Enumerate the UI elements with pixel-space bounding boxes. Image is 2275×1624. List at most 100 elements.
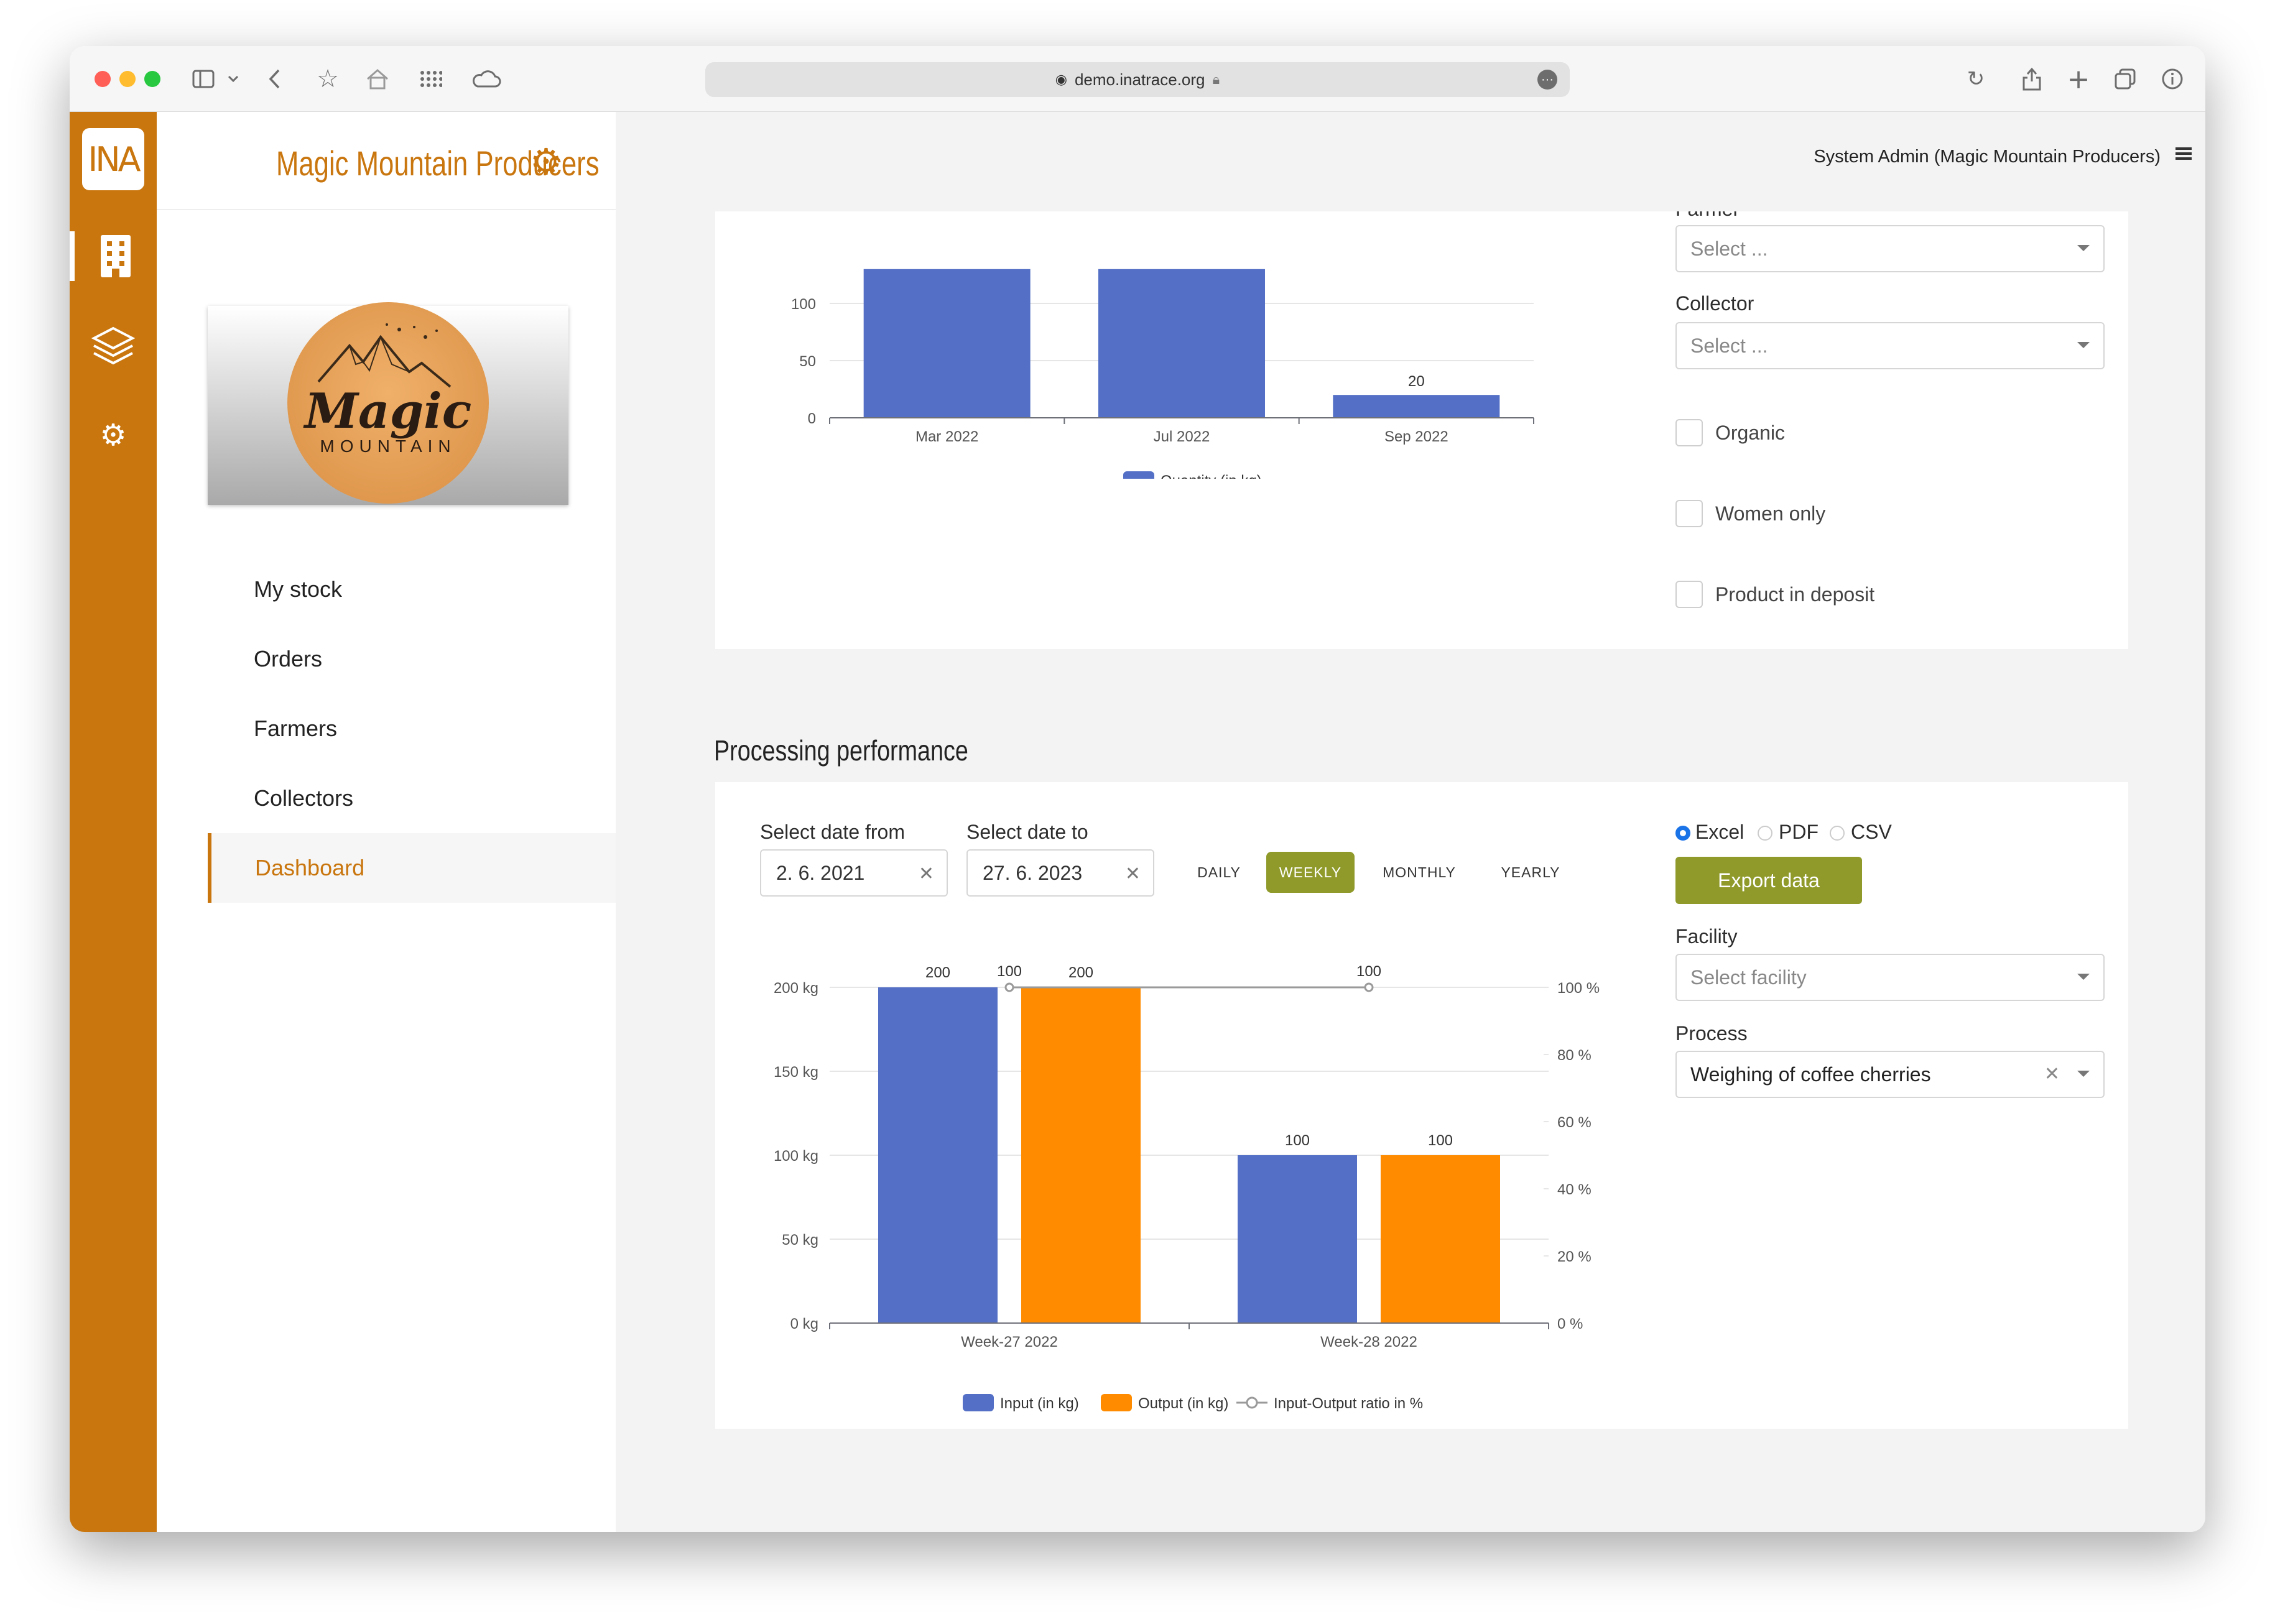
nav-label: Dashboard bbox=[255, 855, 365, 880]
y-right-tick-label: 60 % bbox=[1557, 1114, 1592, 1131]
data-label: 20 bbox=[1408, 373, 1425, 390]
bar bbox=[878, 987, 998, 1323]
collector-select-placeholder: Select ... bbox=[1690, 334, 1768, 357]
chart-x-tick-labels: Week-27 2022 Week-28 2022 bbox=[961, 1334, 1417, 1350]
women-only-checkbox[interactable] bbox=[1675, 500, 1703, 527]
nav-label: Farmers bbox=[254, 716, 337, 741]
chart-legend[interactable]: Input (in kg) Output (in kg) Input-Output … bbox=[963, 1394, 1423, 1412]
y-left-tick-label: 0 kg bbox=[790, 1316, 818, 1332]
y-right-tick-label: 100 % bbox=[1557, 980, 1600, 997]
legend-swatch bbox=[1123, 471, 1154, 479]
share-icon[interactable] bbox=[2016, 65, 2047, 93]
app-root: INA ⚙ Magic Mountain Producers ⚙ Magic M… bbox=[70, 112, 2205, 1532]
new-tab-icon[interactable]: + bbox=[2063, 63, 2094, 95]
y-left-tick-label: 150 kg bbox=[774, 1064, 818, 1081]
sidebar-toggle-icon[interactable] bbox=[188, 65, 219, 93]
main-content: System Admin (Magic Mountain Producers) … bbox=[616, 112, 2205, 1532]
close-window-button[interactable] bbox=[95, 71, 111, 87]
processing-chart: 0 kg 50 kg 100 kg 150 kg 200 kg 0 % 20 % 40 % 6… bbox=[774, 963, 1600, 1412]
layers-icon[interactable] bbox=[70, 321, 157, 371]
chart-data-labels: 20 bbox=[1408, 373, 1425, 390]
y-tick-label: 100 bbox=[791, 296, 816, 313]
nav-my-stock[interactable]: My stock bbox=[208, 555, 616, 624]
export-excel-radio[interactable] bbox=[1675, 826, 1690, 841]
back-icon[interactable] bbox=[262, 65, 287, 93]
chart-data-labels: 200 200 100 100 100 100 bbox=[925, 963, 1453, 1149]
minimize-window-button[interactable] bbox=[119, 71, 136, 87]
y-left-tick-label: 200 kg bbox=[774, 980, 818, 997]
quantity-chart: 0 50 100 Mar 2022 Jul 2022 Sep 2022 20 Quant… bbox=[791, 269, 1534, 479]
maximize-window-button[interactable] bbox=[144, 71, 160, 87]
bar-data-label: 100 bbox=[1285, 1132, 1310, 1149]
star-icon[interactable]: ☆ bbox=[312, 65, 343, 93]
export-pdf-radio[interactable] bbox=[1758, 826, 1772, 841]
magic-mountain-logo: Magic MOUNTAIN bbox=[287, 302, 489, 504]
more-icon[interactable]: ··· bbox=[1537, 70, 1557, 90]
company-settings-gear-icon[interactable]: ⚙ bbox=[530, 141, 562, 183]
bar bbox=[1333, 395, 1500, 418]
process-label: Process bbox=[1675, 1022, 1748, 1045]
hamburger-menu-icon[interactable] bbox=[2175, 145, 2192, 162]
cloud-icon[interactable] bbox=[468, 65, 505, 93]
lock-icon: 🔒︎ bbox=[1212, 72, 1220, 87]
women-only-label: Women only bbox=[1715, 502, 1826, 525]
process-select[interactable]: Weighing of coffee cherries ✕ bbox=[1675, 1051, 2105, 1098]
y-right-tick-label: 80 % bbox=[1557, 1047, 1592, 1064]
collector-select[interactable]: Select ... bbox=[1675, 322, 2105, 369]
facility-select-placeholder: Select facility bbox=[1690, 966, 1807, 989]
export-csv-radio[interactable] bbox=[1830, 826, 1845, 841]
ratio-point bbox=[1004, 982, 1014, 992]
info-icon[interactable] bbox=[2157, 65, 2188, 93]
y-tick-label: 0 bbox=[808, 410, 816, 427]
export-csv-label: CSV bbox=[1851, 821, 1892, 843]
chart-legend[interactable]: Quantity (in kg) bbox=[1123, 471, 1262, 479]
facility-select[interactable]: Select facility bbox=[1675, 954, 2105, 1001]
browser-window: ☆ ◉ demo.inatrace.org 🔒︎ ··· ↻ + INA ⚙ M… bbox=[70, 46, 2205, 1532]
browser-toolbar: ☆ ◉ demo.inatrace.org 🔒︎ ··· ↻ + bbox=[70, 46, 2205, 112]
chart-y-right-tick-labels: 0 % 20 % 40 % 60 % 80 % 100 % bbox=[1557, 980, 1600, 1332]
app-logo[interactable]: INA bbox=[82, 128, 144, 190]
nav-farmers[interactable]: Farmers bbox=[208, 694, 616, 764]
settings-gear-icon[interactable]: ⚙ bbox=[70, 410, 157, 460]
chevron-down-icon bbox=[2077, 1071, 2090, 1077]
bar bbox=[1238, 1155, 1357, 1323]
legend-swatch-ratio-dot bbox=[1246, 1396, 1258, 1409]
home-icon[interactable] bbox=[362, 65, 393, 93]
nav-label: My stock bbox=[254, 576, 343, 602]
organic-checkbox[interactable] bbox=[1675, 419, 1703, 446]
farmer-select[interactable]: Select ... bbox=[1675, 225, 2105, 272]
legend-label: Quantity (in kg) bbox=[1161, 473, 1262, 479]
bar-data-label: 200 bbox=[925, 964, 950, 981]
chevron-down-icon bbox=[2077, 245, 2090, 251]
nav-dashboard[interactable]: Dashboard bbox=[208, 833, 616, 903]
collector-label: Collector bbox=[1675, 292, 1754, 315]
product-in-deposit-label: Product in deposit bbox=[1715, 583, 1875, 606]
bar bbox=[1381, 1155, 1500, 1323]
chevron-down-icon[interactable] bbox=[224, 65, 243, 93]
legend-label-output: Output (in kg) bbox=[1138, 1395, 1228, 1412]
nav-orders[interactable]: Orders bbox=[208, 624, 616, 694]
export-excel-label: Excel bbox=[1695, 821, 1744, 843]
nav-label: Collectors bbox=[254, 785, 354, 811]
y-tick-label: 50 bbox=[799, 353, 816, 370]
nav-collectors[interactable]: Collectors bbox=[208, 764, 616, 833]
clear-process-icon[interactable]: ✕ bbox=[2044, 1063, 2060, 1085]
chevron-down-icon bbox=[2077, 342, 2090, 348]
product-in-deposit-checkbox[interactable] bbox=[1675, 581, 1703, 608]
farmer-select-placeholder: Select ... bbox=[1690, 237, 1768, 260]
grid-apps-icon[interactable] bbox=[415, 65, 447, 93]
tabs-overview-icon[interactable] bbox=[2110, 65, 2141, 93]
y-left-tick-label: 50 kg bbox=[782, 1232, 818, 1248]
address-bar[interactable]: ◉ demo.inatrace.org 🔒︎ ··· bbox=[705, 62, 1570, 97]
export-data-button[interactable]: Export data bbox=[1675, 857, 1862, 904]
ratio-point bbox=[1364, 982, 1374, 992]
reload-icon[interactable]: ↻ bbox=[1960, 65, 1991, 93]
x-tick-label: Jul 2022 bbox=[1154, 428, 1210, 445]
user-menu-label[interactable]: System Admin (Magic Mountain Producers) bbox=[1814, 147, 2161, 167]
line-data-label: 100 bbox=[997, 963, 1022, 980]
y-right-tick-label: 20 % bbox=[1557, 1248, 1592, 1265]
x-tick-label: Sep 2022 bbox=[1384, 428, 1448, 445]
legend-swatch-input bbox=[963, 1394, 994, 1411]
company-building-icon[interactable] bbox=[70, 231, 157, 281]
legend-label-input: Input (in kg) bbox=[1000, 1395, 1079, 1412]
